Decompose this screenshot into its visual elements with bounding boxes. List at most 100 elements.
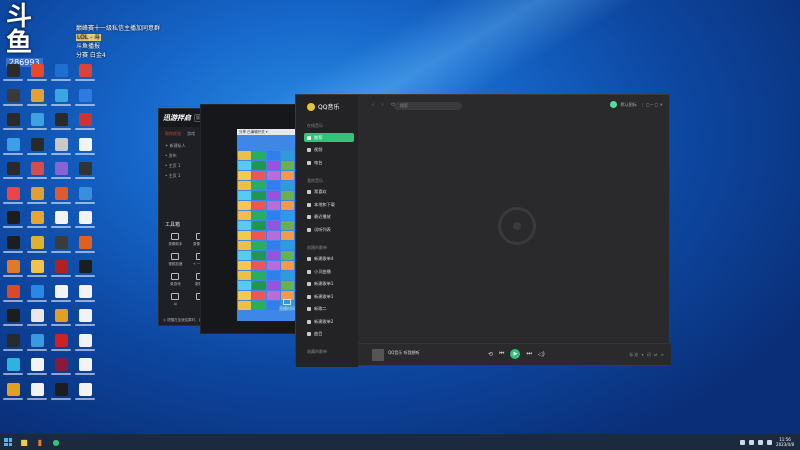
sidebar-item[interactable]: 新建歌单1 [304,280,354,289]
thumbnail[interactable] [280,171,294,180]
volume-icon[interactable] [758,439,764,445]
desktop-shortcut-icon[interactable] [73,381,97,405]
desktop-shortcut-icon[interactable] [73,356,97,380]
previous-icon[interactable]: ⏮ [499,350,504,358]
thumbnail[interactable] [252,221,266,230]
thumbnail[interactable] [266,271,280,280]
thumbnail[interactable] [238,151,252,160]
thumbnail[interactable] [280,231,294,240]
thumbnail[interactable] [266,161,280,170]
desktop-shortcut-icon[interactable] [25,307,49,331]
sidebar-item[interactable]: 新建歌单2 [304,317,354,326]
desktop-shortcut-icon[interactable] [73,283,97,307]
desktop-shortcut-icon[interactable] [25,209,49,233]
tool-item[interactable]: Ai [163,293,188,306]
thumbnail[interactable] [252,211,266,220]
album-cover[interactable] [372,349,384,361]
desktop-shortcut-icon[interactable] [1,87,25,111]
start-button[interactable] [0,434,16,450]
desktop-shortcut-icon[interactable] [1,160,25,184]
desktop-shortcut-icon[interactable] [73,136,97,160]
thumbnail[interactable] [238,291,252,300]
sidebar-item[interactable]: 推荐 [304,133,354,142]
tool-item[interactable]: 视频加速 [163,253,188,267]
desktop-shortcut-icon[interactable] [73,307,97,331]
thumbnail[interactable] [266,211,280,220]
sidebar-item[interactable]: 小贝曲播 [304,267,354,276]
thumbnail[interactable] [280,161,294,170]
thumbnail[interactable] [266,231,280,240]
thumbnail[interactable] [238,171,252,180]
thumbnail[interactable] [252,171,266,180]
share-button[interactable]: 直播时间 [279,299,295,312]
thumbnail[interactable] [252,151,266,160]
desktop-shortcut-icon[interactable] [73,87,97,111]
sidebar-item[interactable]: 最近播放 [304,213,354,222]
desktop-shortcut-icon[interactable] [49,185,73,209]
thumbnail[interactable] [252,161,266,170]
desktop-shortcut-icon[interactable] [73,234,97,258]
desktop-shortcut-icon[interactable] [1,234,25,258]
thumbnail[interactable] [252,201,266,210]
desktop-shortcut-icon[interactable] [25,332,49,356]
desktop-shortcut-icon[interactable] [1,258,25,282]
music-taskbar-icon[interactable]: ● [48,434,64,450]
thumbnail[interactable] [280,281,294,290]
desktop-shortcut-icon[interactable] [25,87,49,111]
thumbnail[interactable] [266,171,280,180]
window-controls[interactable]: ⋮ ▢ ─ ▢ ✕ [641,102,663,107]
desktop-shortcut-icon[interactable] [73,209,97,233]
desktop-shortcut-icon[interactable] [49,332,73,356]
avatar[interactable] [609,101,617,108]
qq-music-window[interactable]: QQ音乐 在线音乐 推荐 视频 电台 我的音乐 我喜欢 本地和下载 最近播放 试听列表 创建的歌单… [295,94,671,367]
desktop-shortcut-icon[interactable] [1,283,25,307]
thumbnail[interactable] [280,211,294,220]
desktop-shortcut-icon[interactable] [49,258,73,282]
thumbnail[interactable] [238,251,252,260]
desktop-shortcut-icon[interactable] [1,381,25,405]
network-icon[interactable] [749,439,755,445]
desktop-shortcut-icon[interactable] [49,381,73,405]
desktop-shortcut-icon[interactable] [25,381,49,405]
chevron-up-icon[interactable] [740,439,746,445]
thumbnail[interactable] [238,261,252,270]
douyu-taskbar-icon[interactable]: ▮ [32,434,48,450]
thumbnail[interactable] [252,241,266,250]
desktop-shortcut-icon[interactable] [49,160,73,184]
thumbnail[interactable] [238,301,252,310]
thumbnail[interactable] [280,241,294,250]
desktop-shortcut-icon[interactable] [49,307,73,331]
desktop-shortcut-icon[interactable] [1,307,25,331]
desktop-shortcut-icon[interactable] [25,185,49,209]
sidebar-item[interactable]: 我喜欢 [304,188,354,197]
thumbnail[interactable] [266,281,280,290]
desktop-shortcut-icon[interactable] [73,258,97,282]
thumbnail[interactable] [252,191,266,200]
thumbnail[interactable] [266,221,280,230]
thumbnail[interactable] [252,261,266,270]
thumbnail[interactable] [266,291,280,300]
volume-icon[interactable]: ◁) [538,351,545,358]
thumbnail[interactable] [238,211,252,220]
thumbnail[interactable] [238,191,252,200]
desktop-shortcut-icon[interactable] [49,87,73,111]
file-explorer-icon[interactable]: ■ [16,434,32,450]
thumbnail[interactable] [266,201,280,210]
desktop-shortcut-icon[interactable] [73,332,97,356]
thumbnail[interactable] [280,261,294,270]
thumbnail[interactable] [252,291,266,300]
thumbnail[interactable] [266,181,280,190]
desktop-shortcut-icon[interactable] [49,62,73,86]
desktop-shortcut-icon[interactable] [49,234,73,258]
desktop-shortcut-icon[interactable] [49,209,73,233]
thumbnail[interactable] [266,191,280,200]
thumbnail[interactable] [238,231,252,240]
desktop-shortcut-icon[interactable] [25,356,49,380]
loop-icon[interactable]: ⟲ [488,351,493,358]
desktop-shortcut-icon[interactable] [73,111,97,135]
thumbnail[interactable] [238,241,252,250]
desktop-shortcut-icon[interactable] [1,332,25,356]
desktop-shortcut-icon[interactable] [25,111,49,135]
desktop-shortcut-icon[interactable] [25,258,49,282]
thumbnail[interactable] [252,251,266,260]
